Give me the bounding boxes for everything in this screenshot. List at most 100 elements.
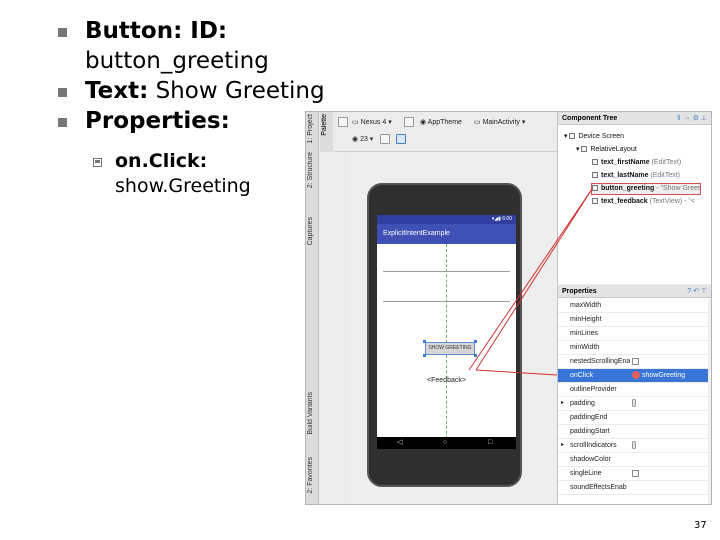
property-name: paddingEnd [570, 414, 608, 421]
text-feedback-preview[interactable]: <Feedback> [377, 377, 516, 384]
button-icon [592, 185, 598, 192]
property-row-padding-end[interactable]: paddingEnd [558, 411, 708, 425]
expand-arrow-icon[interactable]: ▸ [561, 439, 564, 452]
theme-label: AppTheme [427, 119, 462, 126]
tree-node-label: Device Screen [578, 133, 624, 140]
property-row-scroll-indicators[interactable]: ▸ scrollIndicators [] [558, 439, 708, 453]
activity-selector[interactable]: ▭ MainActivity ▾ [474, 118, 525, 126]
property-name: minHeight [570, 316, 602, 323]
refresh-icon[interactable] [396, 134, 406, 144]
side-tab-project[interactable]: 1: Project [307, 114, 318, 144]
side-tab-structure[interactable]: 2: Structure [307, 152, 318, 188]
device-selector[interactable]: ▭ Nexus 4 ▾ [352, 118, 392, 126]
bullet-key: Button: ID: [85, 18, 228, 44]
properties-scrollbar[interactable] [708, 299, 711, 504]
status-time: 6:00 [502, 216, 512, 222]
tree-node-relative-layout[interactable]: ▾ RelativeLayout [576, 145, 637, 155]
tree-toolbar-icons[interactable]: ⇕ ⇔ ⚙ ⊥ [676, 112, 707, 125]
bullet-value: button_greeting [85, 48, 269, 74]
status-bar: ▾◢▮ 6:00 [377, 215, 516, 224]
device-screen: ▾◢▮ 6:00 ExplicitIntentExample SHOW GREE… [377, 215, 516, 449]
tree-node-label: button_greeting [601, 185, 655, 192]
property-row-min-width[interactable]: minWidth [558, 341, 708, 355]
property-row-min-lines[interactable]: minLines [558, 327, 708, 341]
bullet-button-id: Button: ID: button_greeting [58, 16, 358, 76]
resize-handle[interactable] [423, 340, 426, 343]
device-preview: ▾◢▮ 6:00 ExplicitIntentExample SHOW GREE… [367, 183, 522, 487]
text-first-name-field[interactable] [383, 271, 510, 272]
property-value-text: showGreeting [642, 372, 686, 379]
recents-icon: □ [488, 439, 493, 446]
tree-node-detail: - "Show Greet [656, 185, 700, 192]
home-icon: ○ [443, 439, 448, 446]
bullet-key: Text: [85, 78, 149, 104]
app-bar: ExplicitIntentExample [377, 224, 516, 244]
property-row-max-width[interactable]: maxWidth [558, 299, 708, 313]
textview-icon [592, 198, 598, 205]
tree-node-detail: (EditText) [651, 159, 682, 166]
property-name: singleLine [570, 470, 602, 477]
tree-node-detail: (TextView) - "< [649, 198, 695, 205]
zoom-in-icon[interactable] [380, 134, 390, 144]
property-value-onclick[interactable]: showGreeting [632, 369, 685, 382]
property-name: paddingStart [570, 428, 610, 435]
square-bullet-icon [58, 118, 67, 127]
android-studio-screenshot: 1: Project 2: Structure Captures Build V… [305, 111, 712, 505]
expand-arrow-icon[interactable]: ▸ [561, 397, 564, 410]
text-last-name-field[interactable] [383, 301, 510, 302]
tree-node-text-first-name[interactable]: text_firstName (EditText) [592, 158, 681, 168]
property-row-min-height[interactable]: minHeight [558, 313, 708, 327]
palette-tab[interactable]: Palette [320, 112, 333, 152]
property-checkbox[interactable] [632, 358, 639, 365]
property-row-sound-effects[interactable]: soundEffectsEnab [558, 481, 708, 495]
sub-bullet-value: show.Greeting [115, 175, 251, 197]
property-checkbox[interactable] [632, 470, 639, 477]
tree-node-label: text_lastName [601, 172, 649, 179]
property-row-nested-scrolling[interactable]: nestedScrollingEna [558, 355, 708, 369]
properties-toolbar-icons[interactable]: ? ↶ ⊤ [687, 285, 707, 298]
resize-handle[interactable] [423, 354, 426, 357]
resize-handle[interactable] [474, 340, 477, 343]
component-tree-header: Component Tree ⇕ ⇔ ⚙ ⊥ [558, 112, 711, 125]
square-bullet-icon [58, 88, 67, 97]
resize-handle[interactable] [474, 354, 477, 357]
activity-label: MainActivity [482, 119, 520, 126]
tree-node-label: text_firstName [601, 159, 650, 166]
property-row-shadow-color[interactable]: shadowColor [558, 453, 708, 467]
layout-toolbar: ▭ Nexus 4 ▾ ◉ AppTheme ▭ MainActivity ▾ … [334, 112, 557, 162]
palette-tab-label: Palette [321, 114, 328, 136]
design-mode-icon[interactable] [338, 117, 348, 127]
property-row-onclick[interactable]: onClick showGreeting [558, 369, 708, 383]
back-icon: ◁ [397, 439, 403, 446]
property-row-padding-start[interactable]: paddingStart [558, 425, 708, 439]
square-bullet-icon [58, 28, 67, 37]
theme-selector[interactable]: ◉ AppTheme [420, 118, 462, 126]
tree-node-text-feedback[interactable]: text_feedback (TextView) - "< [592, 197, 695, 207]
property-name: padding [570, 400, 595, 407]
properties-header: Properties ? ↶ ⊤ [558, 285, 711, 298]
page-number: 37 [694, 520, 707, 531]
api-selector[interactable]: ◉ 23 ▾ [352, 135, 373, 143]
property-name: maxWidth [570, 302, 602, 309]
tree-node-label: text_feedback [601, 198, 648, 205]
hollow-square-bullet-icon [93, 158, 102, 167]
property-name: minWidth [570, 344, 600, 351]
tree-node-text-last-name[interactable]: text_lastName (EditText) [592, 171, 680, 181]
side-tab-captures[interactable]: Captures [307, 217, 318, 245]
sub-bullet-key: on.Click: [115, 150, 208, 172]
tree-node-button-greeting[interactable]: button_greeting - "Show Greet [591, 183, 701, 195]
property-row-single-line[interactable]: singleLine [558, 467, 708, 481]
sub-bullet-onclick: on.Click: show.Greeting [93, 149, 293, 199]
property-row-padding[interactable]: ▸ padding [] [558, 397, 708, 411]
property-row-outline-provider[interactable]: outlineProvider [558, 383, 708, 397]
tree-node-device-screen[interactable]: ▾ Device Screen [564, 132, 624, 142]
property-name: outlineProvider [570, 386, 617, 393]
side-tab-build-variants[interactable]: Build Variants [307, 392, 318, 435]
button-greeting-preview[interactable]: SHOW GREETING [425, 342, 475, 355]
side-tab-favorites[interactable]: 2: Favorites [307, 457, 318, 494]
edittext-icon [592, 172, 598, 179]
navigation-bar: ◁ ○ □ [377, 437, 516, 449]
orientation-icon[interactable] [404, 117, 414, 127]
property-name: shadowColor [570, 456, 611, 463]
api-label: 23 [360, 136, 368, 143]
